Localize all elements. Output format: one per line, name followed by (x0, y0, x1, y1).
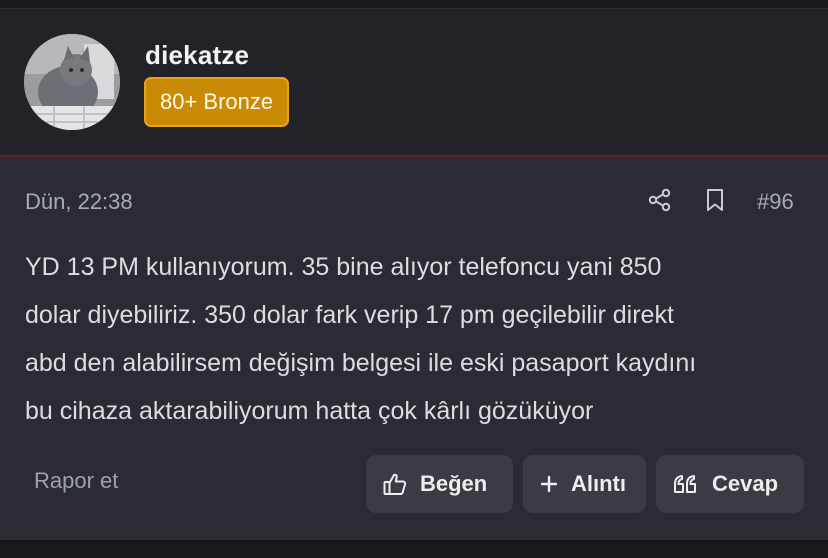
avatar[interactable] (24, 34, 120, 130)
post-line: abd den alabilirsem değişim belgesi ile … (25, 349, 697, 377)
share-icon[interactable] (647, 187, 673, 213)
post-line: YD 13 PM kullanıyorum. 35 bine alıyor te… (25, 253, 662, 281)
quote-button[interactable]: Alıntı (523, 455, 646, 513)
post-line: bu cihaza aktarabiliyorum hatta çok kârl… (25, 397, 594, 425)
plus-icon (540, 475, 558, 493)
reply-button[interactable]: Cevap (656, 455, 804, 513)
post-date[interactable]: Dün, 22:38 (25, 189, 133, 215)
bookmark-icon[interactable] (702, 187, 728, 213)
bottom-divider (0, 539, 828, 558)
post-line: dolar diyebiliriz. 350 dolar fark verip … (25, 301, 674, 329)
cat-avatar-image (24, 34, 120, 130)
post-card: Dün, 22:38 #96 YD 13 PM kullanıyorum. 35… (0, 157, 828, 539)
like-button[interactable]: Beğen (366, 455, 513, 513)
username[interactable]: diekatze (145, 40, 249, 71)
like-button-label: Beğen (420, 471, 488, 496)
quote-button-label: Alıntı (571, 471, 626, 496)
post-number[interactable]: #96 (757, 189, 794, 215)
author-header: diekatze 80+ Bronze (0, 9, 828, 157)
user-rank-badge: 80+ Bronze (144, 77, 290, 127)
top-divider (0, 0, 828, 9)
post-body: YD 13 PM kullanıyorum. 35 bine alıyor te… (25, 243, 810, 435)
reply-button-label: Cevap (712, 471, 779, 496)
thumbs-up-icon (383, 473, 407, 495)
quote-marks-icon (674, 475, 696, 493)
report-link[interactable]: Rapor et (34, 468, 118, 494)
